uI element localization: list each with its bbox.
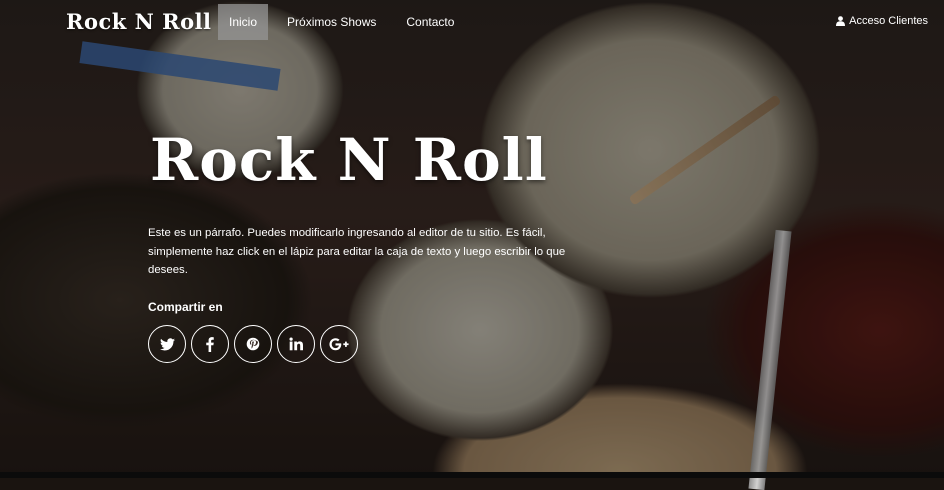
share-facebook-button[interactable] <box>191 325 229 363</box>
hero-title: Rock N Roll <box>150 126 548 194</box>
menu-item-contacto[interactable]: Contacto <box>395 4 465 40</box>
google-plus-icon <box>329 337 349 350</box>
brand-logo[interactable]: Rock N Roll <box>66 9 212 34</box>
social-share-buttons <box>148 325 363 363</box>
pinterest-icon <box>246 337 260 351</box>
share-twitter-button[interactable] <box>148 325 186 363</box>
bottom-strip <box>0 472 944 478</box>
top-navigation: Rock N Roll Inicio Próximos Shows Contac… <box>0 0 944 44</box>
hero-paragraph: Este es un párrafo. Puedes modificarlo i… <box>148 227 566 276</box>
menu-item-inicio[interactable]: Inicio <box>218 4 269 40</box>
share-google-plus-button[interactable] <box>320 325 358 363</box>
share-linkedin-button[interactable] <box>277 325 315 363</box>
linkedin-icon <box>289 337 303 351</box>
twitter-icon <box>159 337 175 350</box>
share-pinterest-button[interactable] <box>234 325 272 363</box>
share-label: Compartir en <box>148 300 223 314</box>
user-icon <box>836 16 846 26</box>
menu-item-proximos-shows[interactable]: Próximos Shows <box>276 4 387 40</box>
client-login-label: Acceso Clientes <box>849 15 928 27</box>
main-menu: Inicio Próximos Shows Contacto <box>218 4 473 40</box>
facebook-icon <box>206 336 214 352</box>
client-login-link[interactable]: Acceso Clientes <box>836 15 928 27</box>
